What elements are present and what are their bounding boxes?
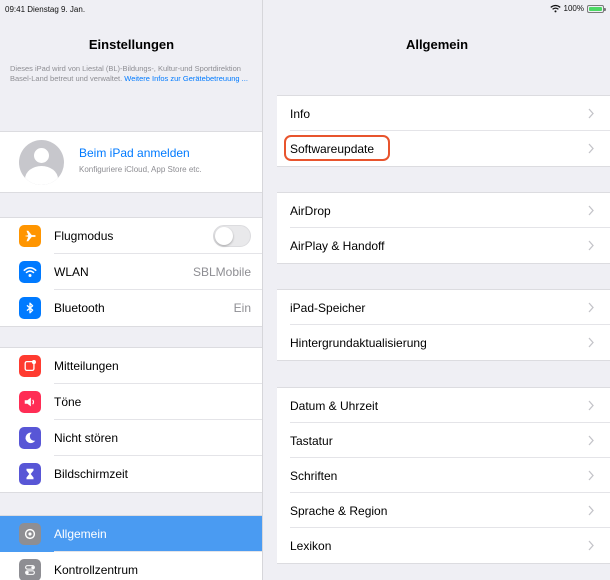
general-item-label: iPad-Speicher xyxy=(290,301,366,315)
status-bar: 09:41 Dienstag 9. Jan. 100% xyxy=(0,0,610,20)
chevron-right-icon xyxy=(588,540,594,551)
sidebar-item-label: WLAN xyxy=(54,265,89,279)
status-time-date: 09:41 Dienstag 9. Jan. xyxy=(5,5,86,14)
general-item-label: Softwareupdate xyxy=(290,142,375,156)
info-group: Info Softwareupdate xyxy=(277,95,610,167)
general-item-schriften[interactable]: Schriften xyxy=(277,458,610,493)
airplane-icon xyxy=(19,225,41,247)
storage-group: iPad-Speicher Hintergrundaktualisierung xyxy=(277,289,610,361)
sidebar-item-label: Töne xyxy=(54,395,82,409)
sign-in-subtitle: Konfiguriere iCloud, App Store etc. xyxy=(79,165,202,174)
chevron-right-icon xyxy=(588,470,594,481)
sidebar-item-bluetooth[interactable]: Bluetooth Ein xyxy=(0,290,262,326)
general-settings-pane: Allgemein Info Softwareupdate AirDrop Ai… xyxy=(264,0,610,580)
general-item-lexikon[interactable]: Lexikon xyxy=(277,528,610,563)
sidebar-item-allgemein[interactable]: Allgemein xyxy=(0,516,262,552)
status-indicators: 100% xyxy=(549,4,606,13)
sidebar-item-kontrollzentrum[interactable]: Kontrollzentrum xyxy=(0,552,262,580)
connectivity-group: Flugmodus WLAN SBLMobile Bluetooth Ein xyxy=(0,217,262,327)
avatar-icon xyxy=(19,140,64,185)
sidebar-item-nicht-stoeren[interactable]: Nicht stören xyxy=(0,420,262,456)
general-item-sprache-region[interactable]: Sprache & Region xyxy=(277,493,610,528)
chevron-right-icon xyxy=(588,108,594,119)
general-item-hintergrundaktualisierung[interactable]: Hintergrundaktualisierung xyxy=(277,325,610,360)
flugmodus-toggle[interactable] xyxy=(213,225,251,247)
general-item-label: Schriften xyxy=(290,469,338,483)
general-item-label: Tastatur xyxy=(290,434,333,448)
page-title: Allgemein xyxy=(405,37,469,52)
chevron-right-icon xyxy=(588,435,594,446)
management-info-link[interactable]: Weitere Infos zur Gerätebetreuung ... xyxy=(124,74,248,83)
general-item-label: Hintergrundaktualisierung xyxy=(290,336,427,350)
airdrop-group: AirDrop AirPlay & Handoff xyxy=(277,192,610,264)
locale-group: Datum & Uhrzeit Tastatur Schriften Sprac… xyxy=(277,387,610,564)
moon-icon xyxy=(19,427,41,449)
general-item-label: AirDrop xyxy=(290,204,331,218)
sound-icon xyxy=(19,391,41,413)
settings-sidebar: Einstellungen Dieses iPad wird von Liest… xyxy=(0,0,263,580)
general-item-label: AirPlay & Handoff xyxy=(290,239,385,253)
battery-percentage: 100% xyxy=(563,4,584,13)
management-note: Dieses iPad wird von Liestal (BL)-Bildun… xyxy=(10,64,255,84)
notifications-icon xyxy=(19,355,41,377)
sidebar-item-mitteilungen[interactable]: Mitteilungen xyxy=(0,348,262,384)
ipad-screen: Einstellungen Dieses iPad wird von Liest… xyxy=(0,0,610,580)
wlan-network-value: SBLMobile xyxy=(192,265,251,279)
gear-icon xyxy=(19,523,41,545)
chevron-right-icon xyxy=(588,240,594,251)
sidebar-title: Einstellungen xyxy=(88,37,175,52)
sidebar-item-label: Bildschirmzeit xyxy=(54,467,129,481)
sidebar-item-flugmodus[interactable]: Flugmodus xyxy=(0,218,262,254)
chevron-right-icon xyxy=(588,337,594,348)
sidebar-item-toene[interactable]: Töne xyxy=(0,384,262,420)
bluetooth-status-value: Ein xyxy=(233,301,251,315)
battery-icon xyxy=(587,4,606,13)
sidebar-item-label: Mitteilungen xyxy=(54,359,119,373)
general-item-datum-uhrzeit[interactable]: Datum & Uhrzeit xyxy=(277,388,610,423)
general-item-info[interactable]: Info xyxy=(277,96,610,131)
general-item-airplay-handoff[interactable]: AirPlay & Handoff xyxy=(277,228,610,263)
sidebar-item-label: Nicht stören xyxy=(54,431,119,445)
sign-in-row[interactable]: Beim iPad anmelden Konfiguriere iCloud, … xyxy=(0,131,262,193)
bluetooth-icon xyxy=(19,297,41,319)
hourglass-icon xyxy=(19,463,41,485)
system-group: Allgemein Kontrollzentrum xyxy=(0,515,262,580)
general-item-label: Lexikon xyxy=(290,539,332,553)
wifi-icon xyxy=(549,4,561,13)
chevron-right-icon xyxy=(588,400,594,411)
sign-in-title: Beim iPad anmelden xyxy=(79,146,190,160)
chevron-right-icon xyxy=(588,302,594,313)
general-item-label: Sprache & Region xyxy=(290,504,388,518)
chevron-right-icon xyxy=(588,505,594,516)
general-item-label: Info xyxy=(290,107,311,121)
sidebar-item-bildschirmzeit[interactable]: Bildschirmzeit xyxy=(0,456,262,492)
sidebar-item-label: Flugmodus xyxy=(54,229,114,243)
toggles-icon xyxy=(19,559,41,580)
sidebar-item-label: Bluetooth xyxy=(54,301,105,315)
general-item-tastatur[interactable]: Tastatur xyxy=(277,423,610,458)
general-item-ipad-speicher[interactable]: iPad-Speicher xyxy=(277,290,610,325)
notifications-group: Mitteilungen Töne Nicht stören Bildschir… xyxy=(0,347,262,493)
sidebar-item-label: Allgemein xyxy=(54,527,107,541)
general-item-softwareupdate[interactable]: Softwareupdate xyxy=(277,131,610,166)
wifi-icon xyxy=(19,261,41,283)
sidebar-item-label: Kontrollzentrum xyxy=(54,563,139,577)
chevron-right-icon xyxy=(588,205,594,216)
general-item-airdrop[interactable]: AirDrop xyxy=(277,193,610,228)
chevron-right-icon xyxy=(588,143,594,154)
sidebar-item-wlan[interactable]: WLAN SBLMobile xyxy=(0,254,262,290)
general-item-label: Datum & Uhrzeit xyxy=(290,399,379,413)
